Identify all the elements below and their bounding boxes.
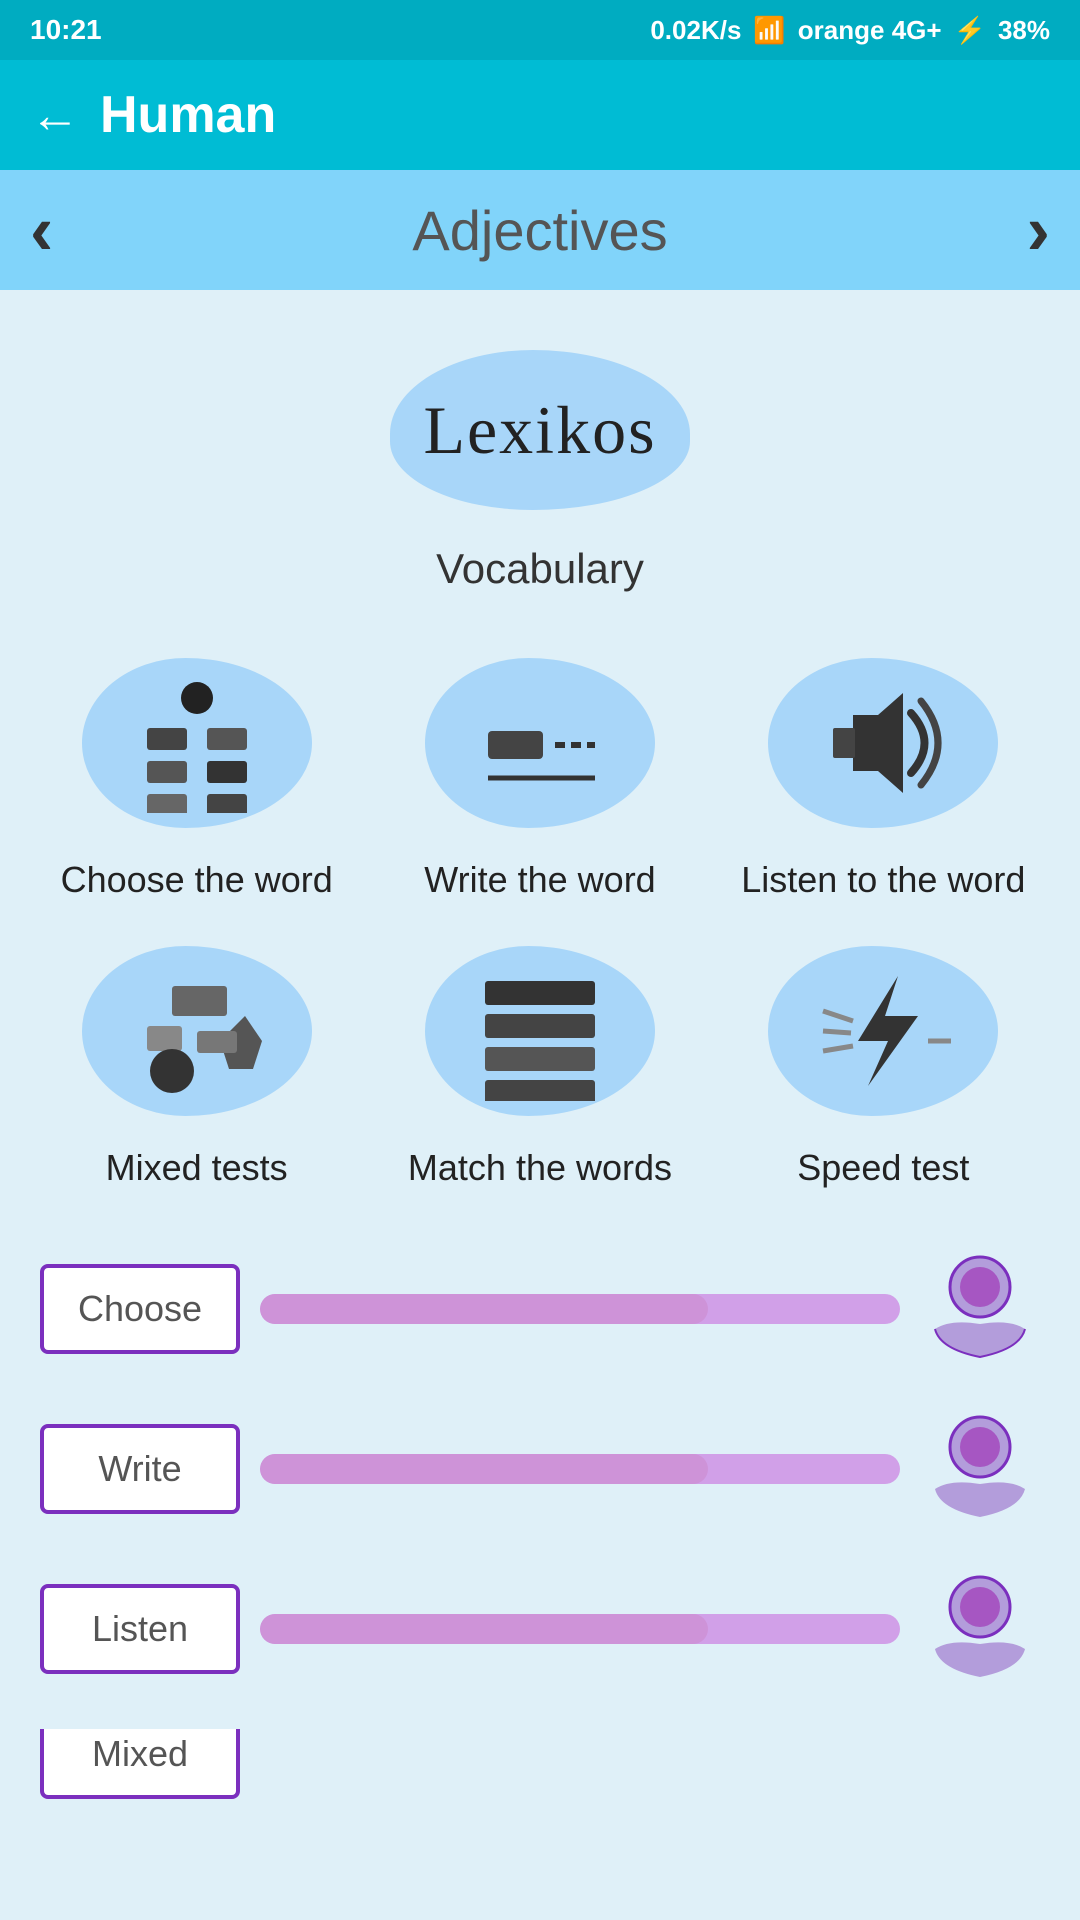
write-progress-button[interactable]: Write <box>40 1424 240 1514</box>
category-nav: ‹ Adjectives › <box>0 170 1080 290</box>
test-item-match-words[interactable]: Match the words <box>383 931 696 1189</box>
test-icon-mixed-tests <box>72 931 322 1131</box>
status-bar: 10:21 0.02K/s 📶 orange 4G+ ⚡ 38% <box>0 0 1080 60</box>
listen-progress-badge <box>920 1569 1040 1689</box>
choose-badge-icon <box>920 1249 1040 1369</box>
test-label-mixed-tests: Mixed tests <box>106 1147 288 1189</box>
write-progress-badge <box>920 1409 1040 1529</box>
network-speed: 0.02K/s <box>650 15 741 46</box>
progress-row-choose: Choose <box>40 1249 1040 1369</box>
speed-test-icon <box>803 961 963 1101</box>
back-button[interactable]: ← <box>30 86 80 144</box>
test-label-choose-word: Choose the word <box>61 859 333 901</box>
choose-word-icon <box>117 673 277 813</box>
test-grid: Choose the word Write the word <box>40 643 1040 1189</box>
write-progress-fill <box>260 1454 708 1484</box>
prev-category-button[interactable]: ‹ <box>30 195 53 265</box>
battery-label: 38% <box>998 15 1050 46</box>
status-time: 10:21 <box>30 14 102 46</box>
app-header: ← Human <box>0 60 1080 170</box>
test-icon-write-word <box>415 643 665 843</box>
category-title: Adjectives <box>412 198 667 263</box>
write-word-icon <box>460 673 620 813</box>
progress-section: Choose Write <box>40 1249 1040 1839</box>
mixed-progress-button[interactable]: Mixed <box>40 1729 240 1799</box>
test-label-match-words: Match the words <box>408 1147 672 1189</box>
listen-word-icon <box>803 673 963 813</box>
listen-progress-bar <box>260 1614 900 1644</box>
brand-container[interactable]: Lexikos <box>370 330 710 530</box>
write-progress-bar <box>260 1454 900 1484</box>
test-label-speed-test: Speed test <box>797 1147 969 1189</box>
status-right: 0.02K/s 📶 orange 4G+ ⚡ 38% <box>650 15 1050 46</box>
main-content: Lexikos Vocabulary Choos <box>0 290 1080 1839</box>
test-item-listen-word[interactable]: Listen to the word <box>727 643 1040 901</box>
choose-progress-bar <box>260 1294 900 1324</box>
choose-progress-badge <box>920 1249 1040 1369</box>
progress-row-listen: Listen <box>40 1569 1040 1689</box>
choose-progress-button[interactable]: Choose <box>40 1264 240 1354</box>
next-category-button[interactable]: › <box>1027 195 1050 265</box>
mixed-tests-icon <box>117 961 277 1101</box>
signal-icon: 📶 <box>753 15 785 46</box>
progress-row-write: Write <box>40 1409 1040 1529</box>
listen-badge-icon <box>920 1569 1040 1689</box>
test-item-mixed-tests[interactable]: Mixed tests <box>40 931 353 1189</box>
listen-progress-fill <box>260 1614 708 1644</box>
test-icon-speed-test <box>758 931 1008 1131</box>
vocabulary-section: Lexikos Vocabulary <box>40 330 1040 593</box>
charging-icon: ⚡ <box>954 15 986 46</box>
write-badge-icon <box>920 1409 1040 1529</box>
brand-text: Lexikos <box>423 391 656 470</box>
test-item-write-word[interactable]: Write the word <box>383 643 696 901</box>
progress-row-mixed-partial: Mixed <box>40 1729 1040 1799</box>
test-label-listen-word: Listen to the word <box>741 859 1025 901</box>
listen-progress-button[interactable]: Listen <box>40 1584 240 1674</box>
test-icon-choose-word <box>72 643 322 843</box>
test-icon-match-words <box>415 931 665 1131</box>
app-title: Human <box>100 85 276 145</box>
vocabulary-label: Vocabulary <box>436 545 644 593</box>
carrier-label: orange 4G+ <box>798 15 942 46</box>
test-item-choose-word[interactable]: Choose the word <box>40 643 353 901</box>
test-icon-listen-word <box>758 643 1008 843</box>
choose-progress-fill <box>260 1294 708 1324</box>
test-item-speed-test[interactable]: Speed test <box>727 931 1040 1189</box>
match-words-icon <box>460 961 620 1101</box>
test-label-write-word: Write the word <box>424 859 655 901</box>
